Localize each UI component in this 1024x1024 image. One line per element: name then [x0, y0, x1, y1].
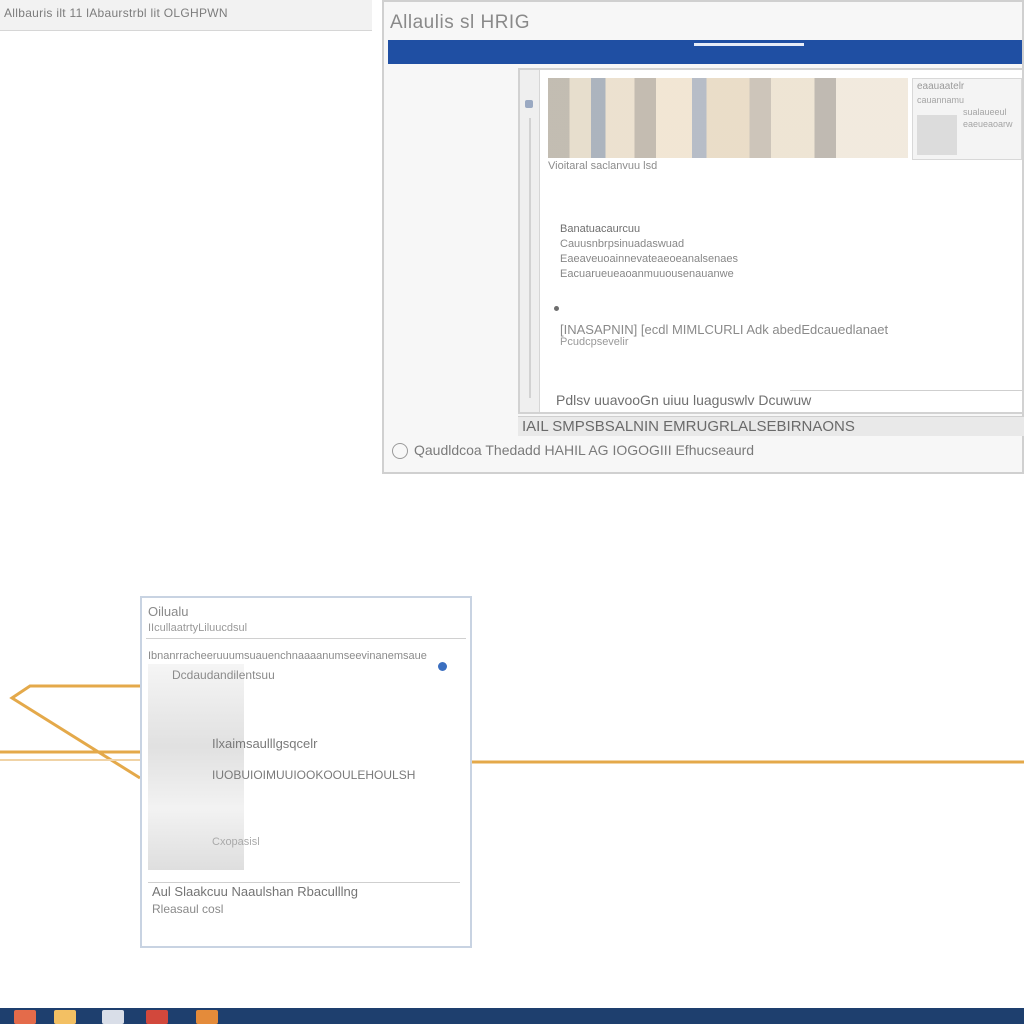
app-icon-5[interactable]: [196, 1010, 218, 1024]
dialog-footer-line[interactable]: Aul Slaakcuu Naaulshan Rbaculllng: [152, 884, 358, 899]
main-window-header-bar: [388, 40, 1022, 64]
dialog-label: Cxopasisl: [212, 836, 260, 848]
dialog-title: Oilualu: [148, 604, 189, 619]
bullet-icon: [554, 306, 559, 311]
left-rail: [520, 70, 540, 412]
text-line: Cauusnbrpsinuadaswuad: [560, 238, 685, 250]
image-thumbnail-strip[interactable]: [548, 78, 908, 158]
main-window: Allaulis sl HRIG Vioitaral saclanvuu lsd…: [382, 0, 1024, 474]
folder-icon[interactable]: [54, 1010, 76, 1024]
side-card-image: [917, 115, 957, 155]
text-line: Eacuarueueaoanmuuousenauanwe: [560, 268, 734, 280]
main-window-toolbar[interactable]: IAIL SMPSBSALNIN EMRUGRLALSEBIRNAONS: [518, 416, 1024, 436]
dialog-divider: [146, 638, 466, 639]
top-strip-text: Allbauris ilt 11 lAbaurstrbl lit OLGHPWN: [4, 6, 228, 20]
side-card-line: sualaueeul: [963, 107, 1007, 117]
dialog-footer-line: Rleasaul cosl: [152, 902, 224, 916]
status-bar-text: Qaudldcoa Thedadd HAHIL AG IOGOGIII Efhu…: [414, 442, 755, 458]
taskbar: [0, 1008, 1024, 1024]
connector-left-bracket: [9, 684, 141, 780]
top-toolbar-strip: Allbauris ilt 11 lAbaurstrbl lit OLGHPWN: [0, 0, 372, 31]
header-tab-indicator[interactable]: [694, 43, 804, 46]
thumbnail-caption: Vioitaral saclanvuu lsd: [548, 160, 658, 172]
dialog-row-2: Dcdaudandilentsuu: [172, 668, 275, 682]
side-card-line: cauannamu: [917, 95, 965, 105]
rail-handle-icon[interactable]: [525, 100, 533, 108]
text-line: Banatuacaurcuu: [560, 223, 641, 235]
dialog-footer-divider: [148, 882, 460, 883]
dialog-label: Ilxaimsaulllgsqcelr: [212, 736, 318, 751]
dialog-subtitle: IIcullaatrtyLiluucdsul: [148, 622, 248, 634]
rail-scrollbar[interactable]: [529, 118, 531, 398]
note-subrow: Pcudcpsevelir: [560, 336, 629, 348]
small-dialog-window: Oilualu IIcullaatrtyLiluucdsul Ibnanrrac…: [140, 596, 472, 948]
main-window-status-bar: Qaudldcoa Thedadd HAHIL AG IOGOGIII Efhu…: [392, 442, 1022, 466]
app-icon-4[interactable]: [146, 1010, 168, 1024]
dialog-label: IUOBUIOIMUUIOOKOOULEHOULSH: [212, 768, 416, 782]
content-panel: Vioitaral saclanvuu lsd eaauaatelr cauan…: [518, 68, 1024, 414]
side-card-title: eaauaatelr: [917, 81, 965, 92]
side-card-line: eaeueaoarw: [963, 119, 1013, 129]
app-icon-3[interactable]: [102, 1010, 124, 1024]
text-block: Banatuacaurcuu Cauusnbrpsinuadaswuad Eae…: [560, 222, 860, 282]
side-info-card[interactable]: eaauaatelr cauannamu sualaueeul eaeueaoa…: [912, 78, 1022, 160]
dialog-indicator-icon[interactable]: [438, 662, 447, 671]
text-line: Eaeaveuoainnevateaeoeanalsenaes: [560, 253, 738, 265]
status-divider: [790, 390, 1022, 391]
refresh-icon[interactable]: [392, 443, 408, 460]
status-text: Pdlsv uuavooGn uiuu luaguswlv Dcuwuw: [556, 392, 812, 408]
main-window-title: Allaulis sl HRIG: [390, 12, 530, 33]
note-row[interactable]: [INASAPNIN] [ecdl MIMLCURLI Adk abedEdca…: [560, 322, 888, 337]
dialog-row: Ibnanrracheeruuumsuauenchnaaaanumseevina…: [148, 650, 427, 662]
app-icon-1[interactable]: [14, 1010, 36, 1024]
